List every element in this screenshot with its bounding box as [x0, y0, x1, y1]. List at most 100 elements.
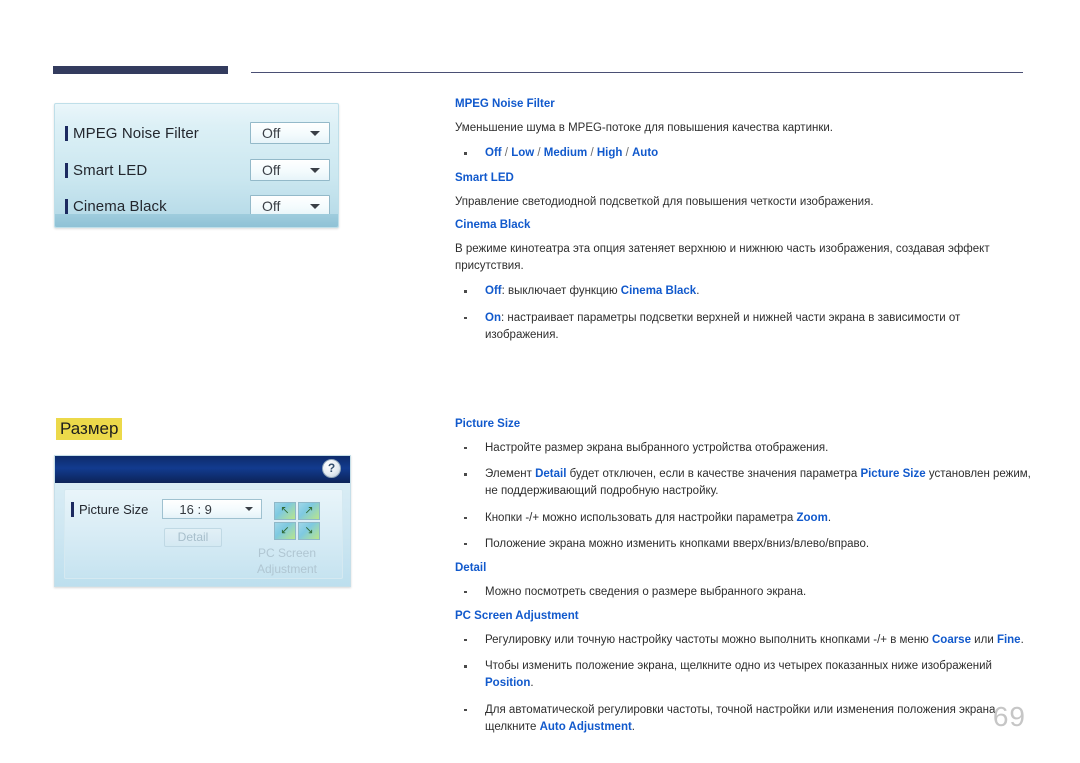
arrow-up-right-icon: ↗ — [304, 504, 314, 517]
bullet-list-pc-screen-adjustment: Регулировку или точную настройку частоты… — [455, 632, 1035, 736]
list-item: Кнопки -/+ можно использовать для настро… — [455, 510, 1035, 527]
emphasis-term: Auto Adjustment — [539, 720, 632, 733]
header-rule — [53, 66, 1023, 76]
bullet-list-mpeg-options: Off / Low / Medium / High / Auto — [455, 145, 1035, 162]
position-cell-top-right[interactable]: ↗ — [298, 502, 320, 520]
option-row-cinema-black: Cinema Black Off — [65, 191, 330, 221]
list-item: Настройте размер экрана выбранного устро… — [455, 440, 1035, 457]
picture-size-panel: ? Picture Size 16 : 9 Detail ↖ ↗ ↙ ↘ PC … — [54, 455, 351, 587]
bullet-text: : настраивает параметры подсветки верхне… — [485, 311, 961, 341]
option-auto: Auto — [632, 147, 659, 160]
heading-detail: Detail — [455, 562, 487, 575]
bullet-text: будет отключен, если в качестве значения… — [566, 468, 861, 481]
bullet-text: Можно посмотреть сведения о размере выбр… — [485, 585, 807, 598]
emphasis-cinema-black: Cinema Black — [620, 285, 697, 298]
option-dropdown-cinema-black[interactable]: Off — [250, 195, 330, 217]
bullet-text: Настройте размер экрана выбранного устро… — [485, 441, 829, 454]
chevron-down-icon — [310, 131, 320, 136]
separator: / — [622, 147, 632, 160]
picture-options-panel: MPEG Noise Filter Off Smart LED Off Cine… — [54, 103, 339, 228]
bullet-text: : выключает функцию — [501, 285, 621, 298]
option-label: MPEG Noise Filter — [73, 124, 199, 142]
pc-screen-adjustment-label: PC Screen Adjustment — [256, 546, 318, 577]
paragraph-cinema-black: В режиме кинотеатра эта опция затеняет в… — [455, 242, 990, 272]
heading-mpeg-noise-filter: MPEG Noise Filter — [455, 98, 555, 110]
help-icon[interactable]: ? — [322, 459, 341, 478]
option-off: Off — [485, 147, 502, 160]
option-low: Low — [511, 147, 535, 160]
bullet-text: . — [631, 720, 635, 733]
header-rule-thick-bar — [53, 66, 228, 74]
detail-button[interactable]: Detail — [164, 528, 222, 547]
list-item: On: настраивает параметры подсветки верх… — [455, 310, 1035, 345]
emphasis-term: Fine — [996, 633, 1021, 646]
position-cell-top-left[interactable]: ↖ — [274, 502, 296, 520]
option-label: Cinema Black — [73, 197, 167, 215]
page-number: 69 — [992, 701, 1026, 732]
bullet-marker-icon — [65, 125, 68, 141]
position-pad[interactable]: ↖ ↗ ↙ ↘ — [274, 502, 320, 540]
list-item: Для автоматической регулировки частоты, … — [455, 702, 1035, 737]
option-medium: Medium — [543, 147, 588, 160]
section-heading-size: Размер — [56, 418, 123, 440]
paragraph-mpeg-noise-filter: Уменьшение шума в MPEG-потоке для повыше… — [455, 121, 833, 134]
bullet-marker-icon — [65, 198, 68, 214]
bullet-list-cinema-black: Off: выключает функцию Cinema Black. On:… — [455, 283, 1035, 344]
option-value: Off — [262, 198, 281, 214]
position-cell-bottom-left[interactable]: ↙ — [274, 522, 296, 540]
bullet-text: или — [970, 633, 997, 646]
emphasis-term: Zoom — [796, 511, 828, 524]
bullet-text: . — [530, 677, 534, 690]
header-rule-thin-line — [251, 72, 1023, 73]
list-item: Чтобы изменить положение экрана, щелкнит… — [455, 658, 1035, 693]
bullet-list-picture-size: Настройте размер экрана выбранного устро… — [455, 440, 1035, 553]
bullet-text-after: . — [696, 285, 700, 298]
content-upper: MPEG Noise Filter Уменьшение шума в MPEG… — [455, 98, 1035, 353]
chevron-down-icon — [245, 507, 254, 511]
option-row-mpeg-noise-filter: MPEG Noise Filter Off — [65, 118, 330, 148]
option-label: Smart LED — [73, 161, 148, 179]
option-dropdown-smart-led[interactable]: Off — [250, 159, 330, 181]
bullet-text: . — [1020, 633, 1024, 646]
panel-titlebar: ? — [55, 456, 350, 483]
chevron-down-icon — [310, 168, 320, 173]
list-item: Элемент Detail будет отключен, если в ка… — [455, 466, 1035, 501]
arrow-down-left-icon: ↙ — [280, 524, 290, 537]
option-dropdown-mpeg-noise-filter[interactable]: Off — [250, 122, 330, 144]
heading-picture-size: Picture Size — [455, 418, 521, 430]
heading-smart-led: Smart LED — [455, 171, 514, 184]
key-on: On — [485, 311, 501, 324]
bullet-text: Регулировку или точную настройку частоты… — [485, 633, 932, 646]
list-item: Положение экрана можно изменить кнопками… — [455, 536, 1035, 553]
option-value: Off — [262, 162, 281, 178]
separator: / — [501, 147, 512, 160]
bullet-list-detail: Можно посмотреть сведения о размере выбр… — [455, 584, 1035, 601]
bullet-marker-icon — [65, 162, 68, 178]
separator: / — [534, 147, 544, 160]
picture-size-label: Picture Size — [79, 501, 149, 517]
list-item: Off: выключает функцию Cinema Black. — [455, 283, 1035, 300]
arrow-down-right-icon: ↘ — [304, 524, 314, 537]
position-cell-bottom-right[interactable]: ↘ — [298, 522, 320, 540]
bullet-text: Чтобы изменить положение экрана, щелкнит… — [485, 660, 992, 673]
bullet-text: Положение экрана можно изменить кнопками… — [485, 537, 870, 550]
list-item: Off / Low / Medium / High / Auto — [455, 145, 1035, 162]
bullet-text: . — [827, 511, 832, 524]
manual-page: MPEG Noise Filter Off Smart LED Off Cine… — [0, 0, 1080, 763]
emphasis-term: Coarse — [931, 633, 971, 646]
option-high: High — [596, 147, 623, 160]
list-item: Можно посмотреть сведения о размере выбр… — [455, 584, 1035, 601]
picture-size-dropdown[interactable]: 16 : 9 — [162, 499, 263, 519]
option-value: Off — [262, 125, 281, 141]
emphasis-term: Detail — [535, 468, 567, 481]
bullet-text: Элемент — [485, 468, 536, 481]
bullet-text: Кнопки -/+ можно использовать для настро… — [485, 511, 797, 524]
heading-cinema-black: Cinema Black — [455, 219, 531, 232]
option-row-smart-led: Smart LED Off — [65, 155, 330, 185]
key-off: Off — [485, 285, 502, 298]
arrow-up-left-icon: ↖ — [280, 504, 290, 517]
emphasis-term: Picture Size — [860, 468, 926, 481]
heading-pc-screen-adjustment: PC Screen Adjustment — [455, 610, 579, 623]
emphasis-term: Position — [485, 677, 531, 690]
content-lower: Picture Size Настройте размер экрана выб… — [455, 418, 1035, 745]
